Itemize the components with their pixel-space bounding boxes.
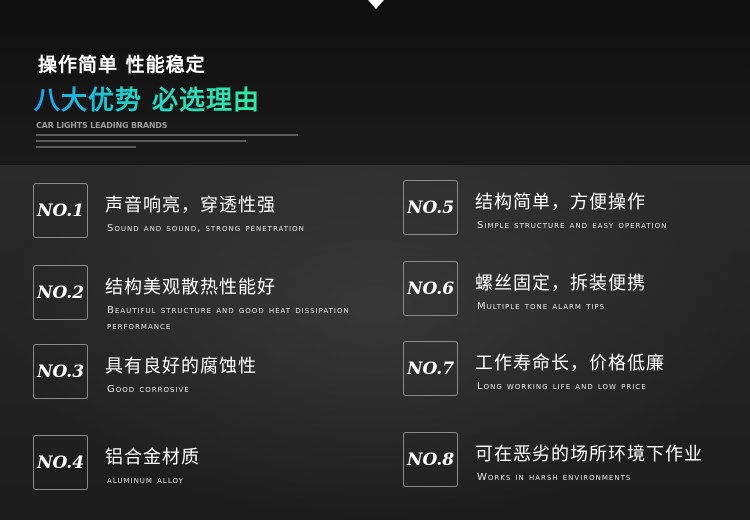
feature-subtitle: Works in harsh environments	[477, 472, 632, 483]
feature-title: 结构美观散热性能好	[105, 277, 276, 298]
feature-subtitle: Simple structure and easy operation	[477, 220, 668, 231]
number-badge: NO.2	[33, 265, 88, 320]
feature-subtitle: Beautiful structure and good heat dissip…	[107, 305, 350, 332]
headline: 操作简单 性能稳定	[38, 54, 206, 76]
decorative-text-line	[36, 140, 246, 142]
feature-subtitle: Long working life and low price	[477, 381, 647, 392]
feature-subtitle: aluminum alloy	[107, 475, 184, 486]
number-badge: NO.1	[33, 183, 88, 238]
feature-title: 结构简单，方便操作	[475, 192, 646, 213]
number-badge: NO.6	[403, 261, 458, 316]
decorative-text-line	[36, 134, 298, 136]
number-badge: NO.7	[403, 341, 458, 396]
feature-subtitle: Good corrosive	[107, 384, 190, 395]
feature-title: 铝合金材质	[105, 447, 200, 468]
number-badge: NO.3	[33, 344, 88, 399]
features-section: NO.1 声音响亮，穿透性强 Sound and sound, strong p…	[0, 165, 750, 520]
feature-title: 具有良好的腐蚀性	[105, 356, 257, 377]
feature-title: 可在恶劣的场所环境下作业	[475, 444, 703, 465]
feature-subtitle: Sound and sound, strong penetration	[107, 223, 305, 234]
feature-title: 工作寿命长，价格低廉	[475, 353, 665, 374]
number-badge: NO.5	[403, 180, 458, 235]
number-badge: NO.4	[33, 435, 88, 490]
decorative-text-line	[36, 146, 136, 148]
feature-subtitle: Multiple tone alarm tips	[477, 301, 606, 312]
feature-title: 声音响亮，穿透性强	[105, 195, 276, 216]
feature-title: 螺丝固定，拆装便携	[475, 273, 646, 294]
brand-text: CAR LIGHTS LEADING BRANDS	[36, 121, 168, 130]
page-title: 八大优势 必选理由	[34, 80, 260, 117]
header-section: 操作简单 性能稳定 八大优势 必选理由 CAR LIGHTS LEADING B…	[0, 0, 750, 165]
number-badge: NO.8	[403, 432, 458, 487]
down-arrow-icon	[368, 0, 384, 9]
